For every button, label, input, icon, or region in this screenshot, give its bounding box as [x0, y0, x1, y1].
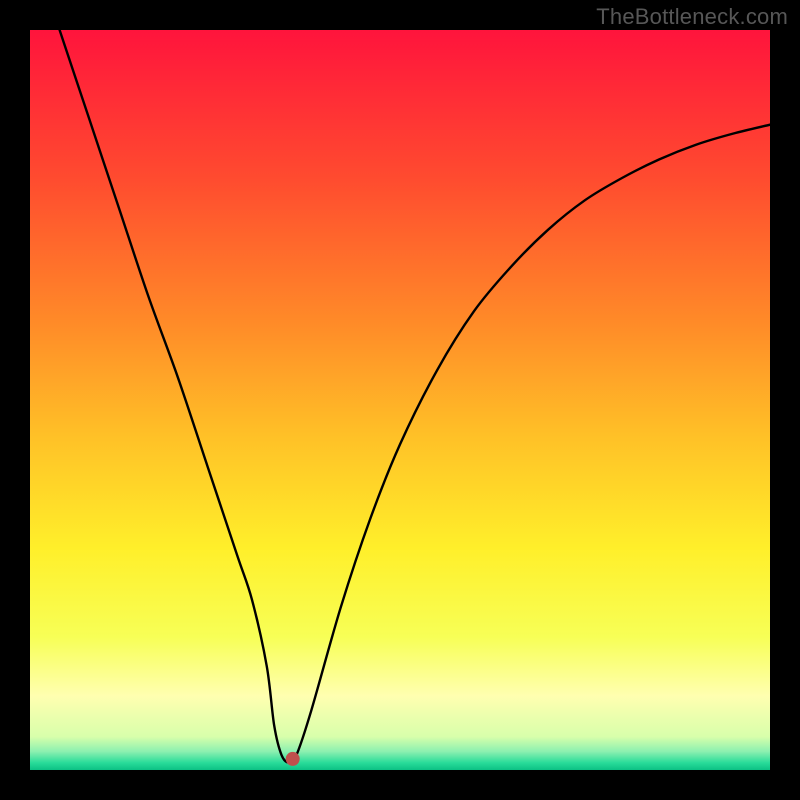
gradient-background	[30, 30, 770, 770]
plot-area	[30, 30, 770, 770]
optimum-marker	[286, 752, 300, 766]
chart-svg	[0, 0, 800, 800]
watermark-text: TheBottleneck.com	[596, 4, 788, 30]
chart-frame: TheBottleneck.com	[0, 0, 800, 800]
